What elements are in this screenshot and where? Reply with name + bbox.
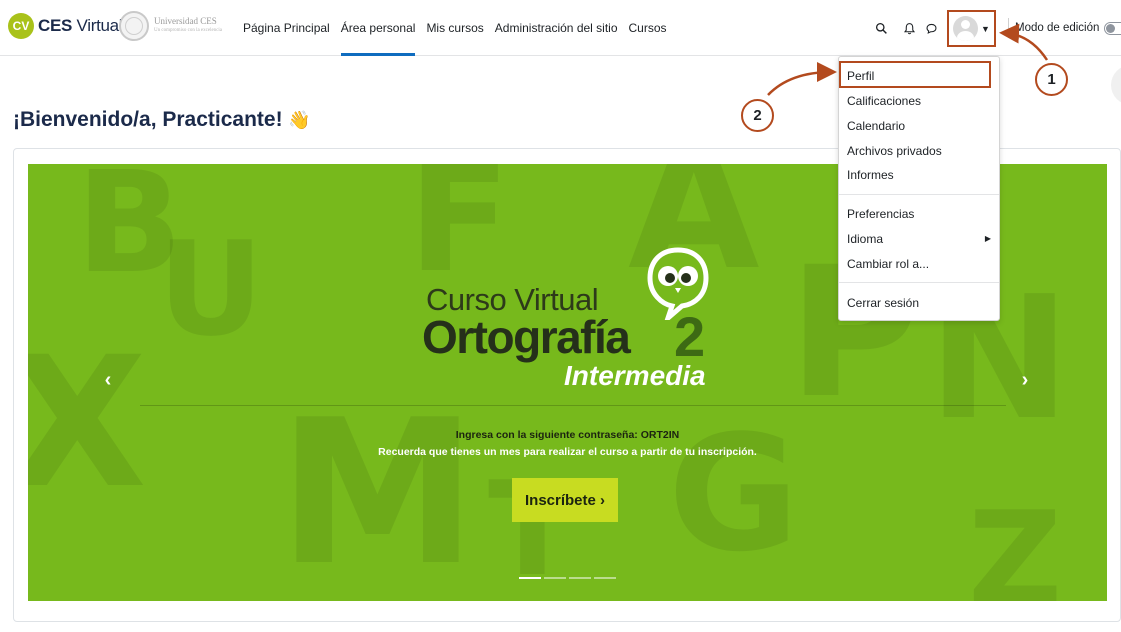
nav-link-site-admin[interactable]: Administración del sitio: [495, 0, 618, 56]
menu-item-calendar[interactable]: Calendario: [839, 113, 999, 138]
course-title-block: Curso Virtual Ortografía 2 Intermedia: [422, 244, 722, 414]
menu-item-switch-role[interactable]: Cambiar rol a...: [839, 251, 999, 276]
carousel-indicator[interactable]: [594, 577, 616, 579]
menu-divider: [839, 282, 999, 283]
highlight-box-profile: [839, 61, 991, 88]
university-seal-icon: [119, 11, 149, 41]
university-tagline: Un compromiso con la excelencia: [154, 28, 223, 33]
course-password-text: Ingresa con la siguiente contraseña: ORT…: [455, 429, 680, 441]
brand-name: CES Virtual: [38, 16, 123, 36]
carousel-divider: [140, 405, 1006, 406]
course-name: Ortografía: [422, 311, 631, 363]
annotation-arrow-2: [767, 62, 837, 96]
chevron-right-icon: ▶: [984, 234, 991, 243]
cv-badge: CV: [8, 13, 34, 39]
bg-letter-decoration: X: [28, 319, 147, 528]
avatar: [953, 16, 979, 41]
brand-name-light: Virtual: [76, 16, 123, 35]
bell-icon[interactable]: [898, 17, 920, 39]
menu-item-private-files[interactable]: Archivos privados: [839, 138, 999, 163]
welcome-text: ¡Bienvenido/a, Practicante!: [13, 108, 283, 131]
carousel-next-icon[interactable]: ›: [1015, 369, 1035, 393]
carousel-indicators: [519, 577, 619, 579]
course-reminder-text: Recuerda que tienes un mes para realizar…: [378, 446, 757, 458]
nav-link-my-courses[interactable]: Mis cursos: [426, 0, 483, 56]
enroll-button[interactable]: Inscríbete ›: [512, 478, 618, 522]
user-menu-toggle[interactable]: ▼: [947, 10, 996, 47]
annotation-step-1: 1: [1035, 63, 1068, 96]
menu-item-language[interactable]: Idioma ▶: [839, 226, 999, 251]
top-navbar: CV CES Virtual Universidad CES Un compro…: [0, 0, 1121, 56]
brand-name-bold: CES: [38, 16, 73, 35]
annotation-step-2: 2: [741, 99, 774, 132]
edit-mode-toggle[interactable]: [1104, 21, 1121, 35]
site-logo[interactable]: CV CES Virtual: [8, 13, 123, 39]
menu-item-language-label: Idioma: [847, 231, 884, 246]
nav-link-dashboard[interactable]: Área personal: [340, 0, 415, 56]
menu-item-logout[interactable]: Cerrar sesión: [839, 290, 999, 315]
bg-letter-decoration: U: [158, 213, 264, 365]
search-icon[interactable]: [870, 17, 892, 39]
carousel-indicator[interactable]: [519, 577, 541, 579]
menu-item-grades[interactable]: Calificaciones: [839, 88, 999, 113]
edit-mode-label: Modo de edición: [1015, 22, 1100, 34]
drawer-toggle-button[interactable]: [1111, 65, 1121, 105]
page-title: ¡Bienvenido/a, Practicante! 👋: [13, 108, 311, 132]
user-dropdown-menu: Perfil Calificaciones Calendario Archivo…: [838, 56, 1000, 321]
course-level: Intermedia: [564, 360, 706, 391]
menu-item-reports[interactable]: Informes: [839, 162, 999, 187]
university-logo: Universidad CES Un compromiso con la exc…: [119, 11, 222, 41]
carousel-indicator[interactable]: [544, 577, 566, 579]
primary-navigation: Página Principal Área personal Mis curso…: [243, 0, 678, 56]
chat-icon[interactable]: [920, 17, 942, 39]
nav-link-courses[interactable]: Cursos: [629, 0, 667, 56]
waving-hand-icon: 👋: [288, 110, 311, 130]
menu-item-preferences[interactable]: Preferencias: [839, 201, 999, 226]
bg-letter-decoration: Z: [968, 483, 1063, 601]
chevron-down-icon: ▼: [981, 23, 990, 34]
university-name: Universidad CES: [154, 16, 217, 26]
carousel-indicator[interactable]: [569, 577, 591, 579]
edit-mode-control: Modo de edición: [1015, 0, 1121, 56]
bg-letter-decoration: M: [278, 377, 478, 601]
menu-divider: [839, 194, 999, 195]
nav-link-home[interactable]: Página Principal: [243, 0, 330, 56]
navbar-divider: [1008, 18, 1009, 38]
navbar-actions: [870, 0, 942, 56]
carousel-prev-icon[interactable]: ‹: [98, 369, 118, 393]
